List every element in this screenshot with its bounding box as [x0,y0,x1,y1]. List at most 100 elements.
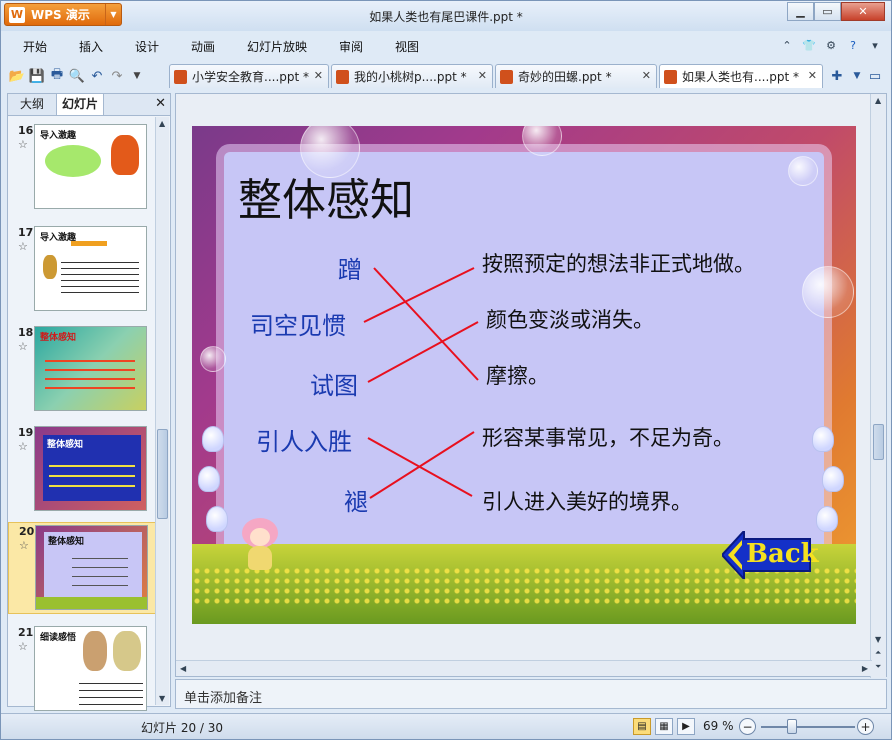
notes-pane[interactable]: 单击添加备注 [175,679,887,709]
doc-tab-label: 如果人类也有....ppt * [682,70,800,84]
menu-view[interactable]: 视图 [395,38,419,55]
print-icon[interactable]: 🖶 [47,66,67,86]
close-icon[interactable]: ✕ [314,69,323,82]
slide-editor: 整体感知 蹭 司空见惯 试图 引人入胜 褪 按照预定的想法非正式地做。 颜色变淡… [175,93,887,678]
slide-number: 20 [19,525,35,538]
close-icon[interactable]: ✕ [155,96,166,111]
previous-slide-icon[interactable]: ⏶ [875,648,881,658]
undo-icon[interactable]: ↶ [87,66,107,86]
zoom-slider-handle[interactable] [787,719,797,734]
menu-home[interactable]: 开始 [23,38,47,55]
definition-5[interactable]: 引人进入美好的境界。 [482,486,692,516]
scroll-up-icon[interactable]: ▲ [159,119,165,128]
redo-icon[interactable]: ↷ [107,66,127,86]
slide-thumb-17[interactable]: 17 ☆ 导入激趣 [8,224,156,316]
slide-thumb-21[interactable]: 21 ☆ 细读感悟 [8,624,156,716]
tab-slides[interactable]: 幻灯片 [56,94,104,115]
doc-tab-label: 我的小桃树p....ppt * [354,70,467,84]
help-icon[interactable]: ? [845,37,861,53]
scrollbar-thumb[interactable] [873,424,884,460]
doc-tab-label: 奇妙的田螺.ppt * [518,70,612,84]
star-icon: ☆ [18,138,28,151]
doc-tab-active[interactable]: 如果人类也有....ppt * ✕ [659,64,823,88]
customize-toolbar-icon[interactable]: ▼ [127,66,147,86]
scroll-left-icon[interactable]: ◀ [180,664,186,673]
doc-tab-3[interactable]: 奇妙的田螺.ppt * ✕ [495,64,657,88]
scroll-right-icon[interactable]: ▶ [862,664,868,673]
notes-placeholder[interactable]: 单击添加备注 [184,687,262,706]
tab-outline[interactable]: 大纲 [8,94,56,115]
menu-animation[interactable]: 动画 [191,38,215,55]
save-icon[interactable]: 💾 [27,66,47,86]
editor-horizontal-scrollbar[interactable]: ◀ ▶ [176,660,872,676]
slide-number: 19 [18,426,34,439]
slide-number: 18 [18,326,34,339]
menu-review[interactable]: 审阅 [339,38,363,55]
panel-scrollbar[interactable]: ▲ ▼ [155,117,169,705]
definition-2[interactable]: 颜色变淡或消失。 [486,304,654,334]
slide-thumbnail: 细读感悟 [34,626,147,711]
scrollbar-thumb[interactable] [157,429,168,519]
slide-thumbnail: 整体感知 [34,326,147,411]
slide-thumb-16[interactable]: 16 ☆ 导入激趣 [8,122,156,214]
print-preview-icon[interactable]: 🔍 [67,66,87,86]
thumb-title: 导入激趣 [40,131,77,141]
definition-4[interactable]: 形容某事常见，不足为奇。 [482,422,734,452]
scroll-down-icon[interactable]: ▼ [875,635,881,644]
close-icon[interactable]: ✕ [478,69,487,82]
thumb-title: 整体感知 [48,537,85,547]
star-icon: ☆ [18,340,28,353]
back-button[interactable]: Back [720,528,819,582]
definition-1[interactable]: 按照预定的想法非正式地做。 [482,248,755,278]
slide-number: 17 [18,226,34,239]
scroll-up-icon[interactable]: ▲ [875,96,881,105]
current-slide[interactable]: 整体感知 蹭 司空见惯 试图 引人入胜 褪 按照预定的想法非正式地做。 颜色变淡… [192,126,856,624]
menu-insert[interactable]: 插入 [79,38,103,55]
collapse-ribbon-icon[interactable]: ⌃ [779,37,795,53]
slide-panel: 大纲 幻灯片 ✕ 16 ☆ 导入激趣 17 ☆ 导入激趣 18 ☆ 整体感知 1… [7,93,171,711]
zoom-out-icon[interactable]: − [739,718,756,735]
ppt-file-icon [174,69,187,84]
next-slide-icon[interactable]: ⏷ [875,662,881,672]
term-1[interactable]: 蹭 [338,250,362,285]
slide-thumbnail: 导入激趣 [34,124,147,209]
scroll-down-icon[interactable]: ▼ [159,694,165,703]
doc-tab-2[interactable]: 我的小桃树p....ppt * ✕ [331,64,493,88]
term-2[interactable]: 司空见惯 [250,306,346,341]
term-4[interactable]: 引人入胜 [256,422,352,457]
skin-icon[interactable]: 👕 [801,37,817,53]
new-tab-icon[interactable]: ✚ [827,66,847,86]
slide-thumb-19[interactable]: 19 ☆ 整体感知 [8,424,156,516]
term-3[interactable]: 试图 [310,366,358,401]
editor-vertical-scrollbar[interactable]: ▲ ▼ ⏶ ⏷ [870,94,886,678]
slide-sorter-view-icon[interactable]: ▦ [655,718,673,735]
slideshow-view-icon[interactable]: ▶ [677,718,695,735]
slide-thumbnail: 导入激趣 [34,226,147,311]
minimize-button[interactable]: ▁ [787,2,814,21]
close-window-button[interactable]: ✕ [841,2,885,21]
slide-thumb-20[interactable]: 20 ☆ 整体感知 [8,522,156,614]
term-5[interactable]: 褪 [344,482,368,517]
zoom-level: 69 % [703,719,734,733]
doc-tab-1[interactable]: 小学安全教育....ppt * ✕ [169,64,329,88]
tab-list-icon[interactable]: ▭ [865,66,885,86]
definition-3[interactable]: 摩擦。 [486,360,549,390]
slide-thumb-18[interactable]: 18 ☆ 整体感知 [8,324,156,416]
close-icon[interactable]: ✕ [642,69,651,82]
zoom-slider[interactable] [761,726,855,728]
chevron-down-icon[interactable]: ▼ [847,66,867,86]
ppt-file-icon [664,69,677,84]
close-icon[interactable]: ✕ [808,69,817,82]
normal-view-icon[interactable]: ▤ [633,718,651,735]
settings-icon[interactable]: ⚙ [823,37,839,53]
star-icon: ☆ [18,440,28,453]
chevron-down-icon[interactable]: ▾ [867,37,883,53]
zoom-in-icon[interactable]: + [857,718,874,735]
maximize-button[interactable]: ▭ [814,2,841,21]
menu-slideshow[interactable]: 幻灯片放映 [247,38,307,55]
slide-number: 21 [18,626,34,639]
open-folder-icon[interactable]: 📂 [7,66,27,86]
slide-number: 16 [18,124,34,137]
menu-design[interactable]: 设计 [135,38,159,55]
back-button-label: Back [746,539,819,569]
